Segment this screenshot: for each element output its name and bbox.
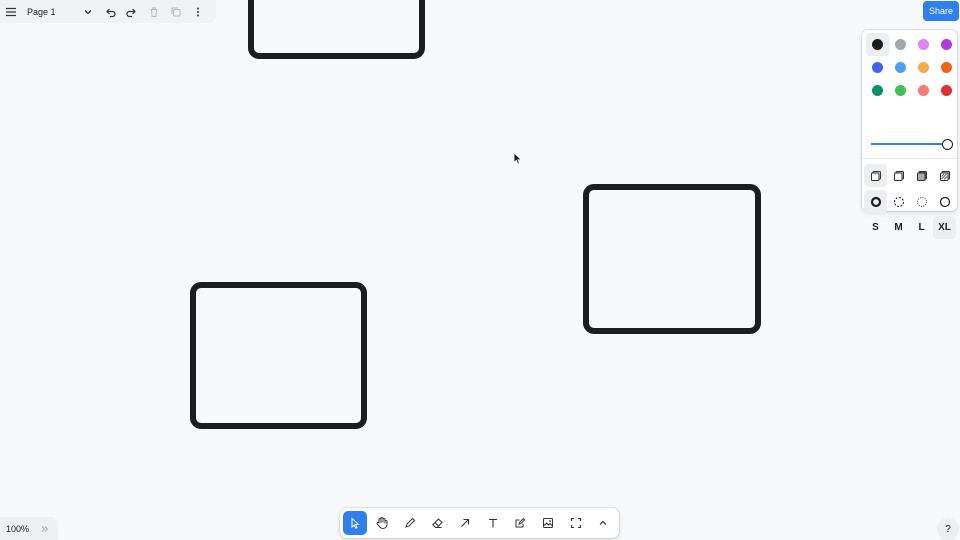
page-name[interactable]: Page 1: [22, 7, 77, 17]
redo-icon[interactable]: [121, 1, 143, 23]
color-swatch-green[interactable]: [866, 79, 889, 102]
dash-draw-icon[interactable]: [864, 190, 887, 213]
color-swatch-grey[interactable]: [889, 33, 912, 56]
color-dot: [872, 62, 883, 73]
draw-icon[interactable]: [398, 511, 422, 535]
duplicate-icon[interactable]: [165, 1, 187, 23]
color-swatch-light-red[interactable]: [912, 79, 935, 102]
color-swatch-light-violet[interactable]: [912, 33, 935, 56]
size-button-s[interactable]: S: [864, 216, 887, 239]
more-vertical-icon[interactable]: [187, 1, 209, 23]
select-icon[interactable]: [343, 511, 367, 535]
panel-divider: [862, 158, 957, 159]
main-menu-bar: Page 1: [0, 0, 216, 23]
fill-solid-icon[interactable]: [910, 164, 933, 187]
color-dot: [941, 62, 952, 73]
tool-bar: [340, 508, 619, 538]
dash-solid-icon[interactable]: [933, 190, 956, 213]
color-swatch-violet[interactable]: [935, 33, 958, 56]
dash-style-row: [864, 190, 956, 213]
dash-dashed-icon[interactable]: [887, 190, 910, 213]
hand-icon[interactable]: [371, 511, 395, 535]
dash-dotted-icon[interactable]: [910, 190, 933, 213]
note-icon[interactable]: [509, 511, 533, 535]
color-swatch-orange[interactable]: [935, 56, 958, 79]
chevron-up-icon[interactable]: [591, 511, 615, 535]
fill-semi-icon[interactable]: [887, 164, 910, 187]
canvas-rectangle[interactable]: [583, 184, 761, 334]
text-icon[interactable]: [481, 511, 505, 535]
hamburger-menu-icon[interactable]: [0, 1, 22, 23]
share-button[interactable]: Share: [923, 1, 959, 21]
color-dot: [895, 62, 906, 73]
color-dot: [918, 39, 929, 50]
chevron-down-icon[interactable]: [77, 1, 99, 23]
color-swatch-yellow[interactable]: [912, 56, 935, 79]
color-swatch-red[interactable]: [935, 79, 958, 102]
zoom-bar: 100%: [0, 517, 58, 540]
size-button-l[interactable]: L: [910, 216, 933, 239]
eraser-icon[interactable]: [426, 511, 450, 535]
color-dot: [895, 39, 906, 50]
size-button-xl[interactable]: XL: [933, 216, 956, 239]
zoom-level[interactable]: 100%: [0, 524, 40, 534]
color-dot: [872, 85, 883, 96]
style-panel: S M L XL: [862, 30, 958, 239]
expand-minimap-icon[interactable]: [40, 524, 50, 534]
color-swatch-light-green[interactable]: [889, 79, 912, 102]
color-dot: [895, 85, 906, 96]
canvas-rectangle[interactable]: [248, 0, 425, 59]
size-button-m[interactable]: M: [887, 216, 910, 239]
color-dot: [941, 85, 952, 96]
canvas-rectangle[interactable]: [190, 282, 367, 429]
help-button[interactable]: ?: [937, 518, 959, 540]
color-dot: [941, 39, 952, 50]
fill-pattern-icon[interactable]: [933, 164, 956, 187]
mouse-pointer-icon: [513, 152, 523, 165]
color-swatch-light-blue[interactable]: [889, 56, 912, 79]
frame-icon[interactable]: [564, 511, 588, 535]
color-swatch-grid: [866, 33, 958, 102]
color-swatch-blue[interactable]: [866, 56, 889, 79]
image-icon[interactable]: [536, 511, 560, 535]
color-dot: [918, 85, 929, 96]
undo-icon[interactable]: [99, 1, 121, 23]
trash-icon[interactable]: [143, 1, 165, 23]
color-swatch-black[interactable]: [866, 33, 889, 56]
opacity-slider-track[interactable]: [871, 143, 945, 145]
size-row: S M L XL: [864, 216, 956, 239]
opacity-slider-thumb[interactable]: [942, 139, 953, 150]
fill-none-icon[interactable]: [864, 164, 887, 187]
opacity-slider[interactable]: [871, 138, 953, 150]
color-dot: [918, 62, 929, 73]
arrow-icon[interactable]: [453, 511, 477, 535]
color-dot: [872, 39, 883, 50]
fill-style-row: [864, 164, 956, 187]
